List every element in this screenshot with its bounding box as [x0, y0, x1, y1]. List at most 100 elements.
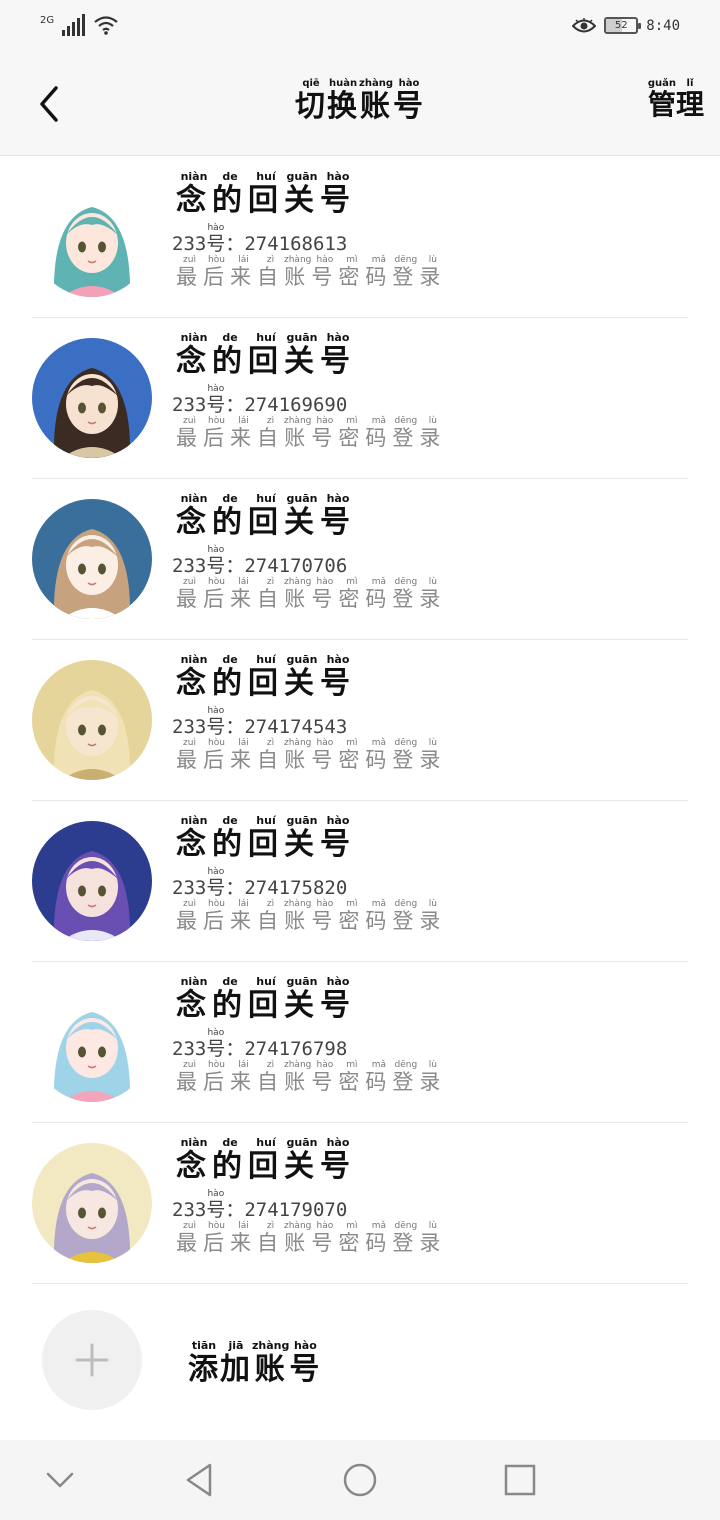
last-login-char: 自zì [257, 577, 284, 611]
last-login-char: 后hòu [203, 738, 230, 772]
avatar [32, 1143, 152, 1263]
last-login-info: 最zuì后hòu来lái自zì账zhàng号hào密mì码mǎ登dēng录lù [176, 738, 446, 774]
last-login-char: 号hào [311, 416, 339, 450]
last-login-char: 最zuì [176, 416, 203, 450]
account-item[interactable]: 念niàn的de回huí关guān号hào 233号hào：274174543 最z… [0, 640, 720, 801]
system-nav-bar [0, 1440, 720, 1520]
last-login-char: 密mì [338, 416, 366, 450]
nav-back-button[interactable] [180, 1460, 220, 1500]
last-login-char: 码mǎ [365, 738, 393, 772]
last-login-char: 号hào [311, 1060, 339, 1094]
account-item[interactable]: 念niàn的de回huí关guān号hào 233号hào：274168613 最z… [0, 157, 720, 318]
last-login-char: 来lái [230, 1221, 257, 1255]
last-login-char: 号hào [311, 899, 339, 933]
last-login-char: 号hào [311, 738, 339, 772]
last-login-char: 后hòu [203, 255, 230, 289]
last-login-info: 最zuì后hòu来lái自zì账zhàng号hào密mì码mǎ登dēng录lù [176, 899, 446, 935]
last-login-char: 后hòu [203, 899, 230, 933]
last-login-char: 最zuì [176, 577, 203, 611]
account-name-char: 回huí [248, 331, 284, 379]
last-login-char: 最zuì [176, 1221, 203, 1255]
last-login-char: 账zhàng [284, 255, 312, 289]
last-login-char: 码mǎ [365, 899, 393, 933]
clock: 8:40 [646, 17, 680, 34]
last-login-char: 来lái [230, 577, 257, 611]
account-name-char: 的de [212, 492, 248, 540]
last-login-char: 账zhàng [284, 577, 312, 611]
last-login-char: 录lù [419, 738, 447, 772]
account-name: 念niàn的de回huí关guān号hào [176, 492, 356, 541]
manage-button[interactable]: 管guǎn理lǐ [648, 78, 704, 123]
last-login-char: 账zhàng [284, 1060, 312, 1094]
account-item[interactable]: 念niàn的de回huí关guān号hào 233号hào：274169690 最z… [0, 318, 720, 479]
last-login-char: 账zhàng [284, 899, 312, 933]
account-id-value: ：274170706 [225, 555, 348, 577]
account-item[interactable]: 念niàn的de回huí关guān号hào 233号hào：274170706 最z… [0, 479, 720, 640]
last-login-char: 号hào [311, 255, 339, 289]
account-name-char: 关guān [284, 653, 320, 701]
add-label-char: 添tiān [188, 1339, 220, 1387]
account-name-char: 的de [212, 653, 248, 701]
account-id-prefix: 233 [172, 716, 207, 738]
account-item[interactable]: 念niàn的de回huí关guān号hào 233号hào：274175820 最z… [0, 801, 720, 962]
nav-recents-button[interactable] [500, 1460, 540, 1500]
last-login-char: 录lù [419, 1221, 447, 1255]
account-name-char: 念niàn [176, 814, 212, 862]
account-item[interactable]: 念niàn的de回huí关guān号hào 233号hào：274179070 最z… [0, 1123, 720, 1284]
account-id-label: 号hào [206, 867, 226, 899]
last-login-char: 码mǎ [365, 416, 393, 450]
last-login-char: 录lù [419, 577, 447, 611]
account-id-label: 号hào [206, 545, 226, 577]
last-login-char: 登dēng [392, 577, 420, 611]
last-login-info: 最zuì后hòu来lái自zì账zhàng号hào密mì码mǎ登dēng录lù [176, 416, 446, 452]
account-id: 233号hào：274176798 [172, 1028, 347, 1061]
account-name-char: 关guān [284, 1136, 320, 1184]
account-name: 念niàn的de回huí关guān号hào [176, 170, 356, 219]
last-login-char: 来lái [230, 255, 257, 289]
account-id: 233号hào：274170706 [172, 545, 347, 578]
account-id: 233号hào：274175820 [172, 867, 347, 900]
title-char: 换huàn [327, 78, 360, 124]
add-account-label: 添tiān加jiā账zhàng号hào [188, 1339, 322, 1388]
header-bar: 切qiē换huàn账zhàng号hào 管guǎn理lǐ [0, 56, 720, 156]
cellular-signal-icon [62, 14, 86, 36]
last-login-char: 登dēng [392, 1060, 420, 1094]
title-char: 账zhàng [359, 78, 393, 124]
add-label-char: 号hào [289, 1339, 322, 1387]
nav-home-button[interactable] [340, 1460, 380, 1500]
account-id-prefix: 233 [172, 233, 207, 255]
nav-hide-button[interactable] [40, 1460, 80, 1500]
account-name-char: 的de [212, 1136, 248, 1184]
last-login-char: 后hòu [203, 416, 230, 450]
account-id-value: ：274174543 [225, 716, 348, 738]
account-name-char: 号hào [320, 170, 356, 218]
status-right: 52 8:40 [572, 17, 680, 34]
account-item[interactable]: 念niàn的de回huí关guān号hào 233号hào：274176798 最z… [0, 962, 720, 1123]
home-circle-icon [343, 1463, 377, 1497]
wifi-icon [94, 16, 118, 35]
account-name-char: 念niàn [176, 1136, 212, 1184]
last-login-char: 登dēng [392, 1221, 420, 1255]
manage-char: 管guǎn [647, 78, 676, 121]
last-login-char: 密mì [338, 1221, 366, 1255]
last-login-char: 登dēng [392, 416, 420, 450]
last-login-char: 最zuì [176, 899, 203, 933]
add-account-button[interactable]: 添tiān加jiā账zhàng号hào [0, 1290, 720, 1430]
battery-level-label: 52 [614, 20, 628, 31]
add-label-char: 加jiā [220, 1339, 252, 1387]
account-name-char: 关guān [284, 814, 320, 862]
account-id-value: ：274169690 [225, 394, 348, 416]
account-name-char: 号hào [320, 814, 356, 862]
last-login-char: 码mǎ [365, 577, 393, 611]
account-name-char: 的de [212, 331, 248, 379]
last-login-char: 自zì [257, 255, 284, 289]
account-id-prefix: 233 [172, 394, 207, 416]
last-login-char: 后hòu [203, 1060, 230, 1094]
eye-comfort-icon [572, 17, 597, 32]
account-name-char: 的de [212, 814, 248, 862]
add-account-circle[interactable] [42, 1310, 142, 1410]
avatar [32, 177, 152, 297]
account-name-char: 念niàn [176, 975, 212, 1023]
status-left: 2G [40, 14, 119, 36]
account-name-char: 关guān [284, 975, 320, 1023]
